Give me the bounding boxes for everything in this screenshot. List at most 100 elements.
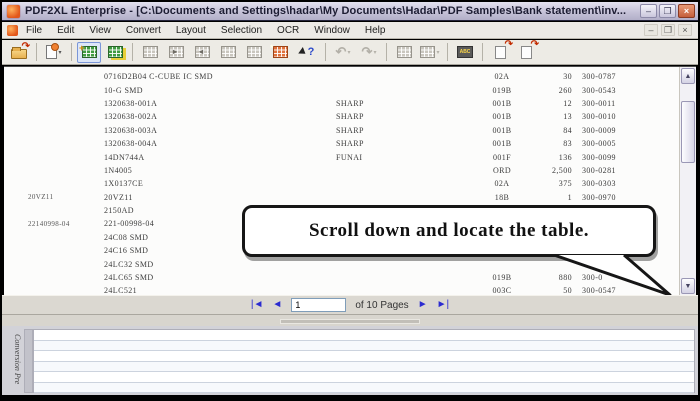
cell-loc: 019B [476, 273, 528, 282]
table-row: 1320638-004ASHARP001B83300-0005 [4, 137, 678, 150]
menu-item-view[interactable]: View [89, 25, 111, 36]
menu-item-edit[interactable]: Edit [57, 25, 74, 36]
cell-code: 300-0787 [572, 72, 648, 81]
page-number-input[interactable] [291, 298, 346, 312]
mdi-restore-button[interactable]: ❐ [661, 24, 675, 36]
table-row: 1X0137CE02A375300-0303 [4, 177, 678, 190]
cell-part: 1320638-003A [104, 126, 336, 135]
menu-item-help[interactable]: Help [365, 25, 386, 36]
cell-qty: 1 [528, 193, 572, 202]
scroll-down-icon[interactable]: ▼ [681, 278, 695, 294]
dropdown-arrow-icon[interactable]: ▾ [436, 49, 439, 56]
cell-brand: SHARP [336, 99, 476, 108]
cell-part: 1320638-002A [104, 112, 336, 121]
table-grid-icon[interactable] [138, 42, 162, 63]
cell-margin: 20VZ11 [4, 193, 104, 201]
delete-table-icon[interactable]: * [268, 42, 292, 63]
last-page-icon[interactable]: ►| [437, 300, 450, 310]
conversion-preview-panel: Conversion Pre [2, 326, 698, 395]
dropdown-arrow-icon[interactable]: ▾ [373, 49, 376, 56]
cell-part: 20VZ11 [104, 193, 336, 202]
preview-row [34, 351, 694, 362]
toolbar-separator [36, 43, 37, 61]
table-row: 1320638-003ASHARP001B84300-0009 [4, 124, 678, 137]
toolbar-separator [325, 43, 326, 61]
cell-code: 300-0011 [572, 99, 648, 108]
table-rows-icon[interactable] [242, 42, 266, 63]
dropdown-arrow-icon[interactable]: ▾ [347, 49, 350, 56]
cell-brand: FUNAI [336, 153, 476, 162]
mdi-minimize-button[interactable]: – [644, 24, 658, 36]
cell-loc: 001B [476, 112, 528, 121]
cell-qty: 2,500 [528, 166, 572, 175]
cell-part: 10-G SMD [104, 86, 336, 95]
page-setup-icon[interactable]: ▾ [42, 42, 66, 63]
title-bar: PDF2XL Enterprise - [C:\Documents and Se… [2, 2, 698, 21]
ocr-abc-icon[interactable]: ABC [453, 42, 477, 63]
table-merge-icon[interactable] [216, 42, 240, 63]
table-prev-icon[interactable]: ◂ [190, 42, 214, 63]
dropdown-arrow-icon[interactable]: ▾ [58, 49, 61, 56]
help-pointer-icon[interactable]: ? [294, 42, 320, 63]
cell-code: 300-0281 [572, 166, 648, 175]
cell-part: 1X0137CE [104, 179, 336, 188]
cell-code: 300-0009 [572, 126, 648, 135]
menu-item-convert[interactable]: Convert [126, 25, 161, 36]
menu-item-selection[interactable]: Selection [221, 25, 262, 36]
menu-item-window[interactable]: Window [314, 25, 350, 36]
cell-margin: 22140998-04 [4, 220, 104, 228]
document-viewer[interactable]: 0716D2B04 C-CUBE IC SMD02A30300-078710-G… [4, 66, 696, 295]
cell-code: 300-0005 [572, 139, 648, 148]
cell-qty: 13 [528, 112, 572, 121]
cell-brand: SHARP [336, 139, 476, 148]
window-title: PDF2XL Enterprise - [C:\Documents and Se… [25, 5, 638, 17]
undo-icon[interactable]: ↶▾ [331, 42, 355, 63]
table-row: 1320638-001ASHARP001B12300-0011 [4, 97, 678, 110]
cell-code: 300-0970 [572, 193, 648, 202]
scrollbar-thumb[interactable] [681, 101, 695, 163]
export-word-icon[interactable]: ↷ [514, 42, 538, 63]
table-row: 0716D2B04 C-CUBE IC SMD02A30300-0787 [4, 70, 678, 83]
cell-part: 1320638-004A [104, 139, 336, 148]
toolbar-separator [71, 43, 72, 61]
conversion-preview-tab[interactable]: Conversion Pre [2, 326, 22, 395]
vertical-scrollbar[interactable]: ▲ ▼ [679, 67, 696, 295]
close-button[interactable]: × [678, 4, 695, 18]
sheet-row-gutter [24, 329, 33, 393]
new-field-icon[interactable]: ▾ [418, 42, 442, 63]
redo-icon[interactable]: ↷▾ [357, 42, 381, 63]
edit-field-icon[interactable] [392, 42, 416, 63]
cell-loc: ORD [476, 166, 528, 175]
menu-item-ocr[interactable]: OCR [277, 25, 299, 36]
auto-detect-table-icon[interactable] [103, 42, 127, 63]
first-page-icon[interactable]: |◄ [251, 300, 264, 310]
mdi-controls: –❐× [644, 24, 694, 36]
cell-code: 300-0303 [572, 179, 648, 188]
table-row: 10-G SMD019B260300-0543 [4, 83, 678, 96]
toolbar-separator [447, 43, 448, 61]
table-next-icon[interactable]: ▸ [164, 42, 188, 63]
preview-row [34, 383, 694, 394]
preview-row [34, 362, 694, 373]
cell-loc: 001B [476, 126, 528, 135]
document-icon [7, 25, 18, 36]
next-page-icon[interactable]: ► [418, 300, 428, 310]
restore-button[interactable]: ❐ [659, 4, 676, 18]
add-table-icon[interactable]: + [77, 42, 101, 63]
previous-page-icon[interactable]: ◄ [272, 300, 282, 310]
export-excel-icon[interactable]: ↷ [488, 42, 512, 63]
scroll-up-icon[interactable]: ▲ [681, 68, 695, 84]
cell-part: 24LC65 SMD [104, 273, 336, 282]
minimize-button[interactable]: – [640, 4, 657, 18]
preview-row [34, 341, 694, 352]
menu-item-file[interactable]: File [26, 25, 42, 36]
menu-bar: File Edit View Convert Layout Selection OCR Win… [2, 22, 698, 39]
callout-text: Scroll down and locate the table. [309, 220, 589, 242]
mdi-close-button[interactable]: × [678, 24, 692, 36]
cell-part: 1320638-001A [104, 99, 336, 108]
cell-qty: 375 [528, 179, 572, 188]
panel-splitter[interactable] [2, 315, 698, 326]
open-file-icon[interactable]: ↷ [7, 42, 31, 63]
table-row: 1320638-002ASHARP001B13300-0010 [4, 110, 678, 123]
menu-item-layout[interactable]: Layout [176, 25, 206, 36]
